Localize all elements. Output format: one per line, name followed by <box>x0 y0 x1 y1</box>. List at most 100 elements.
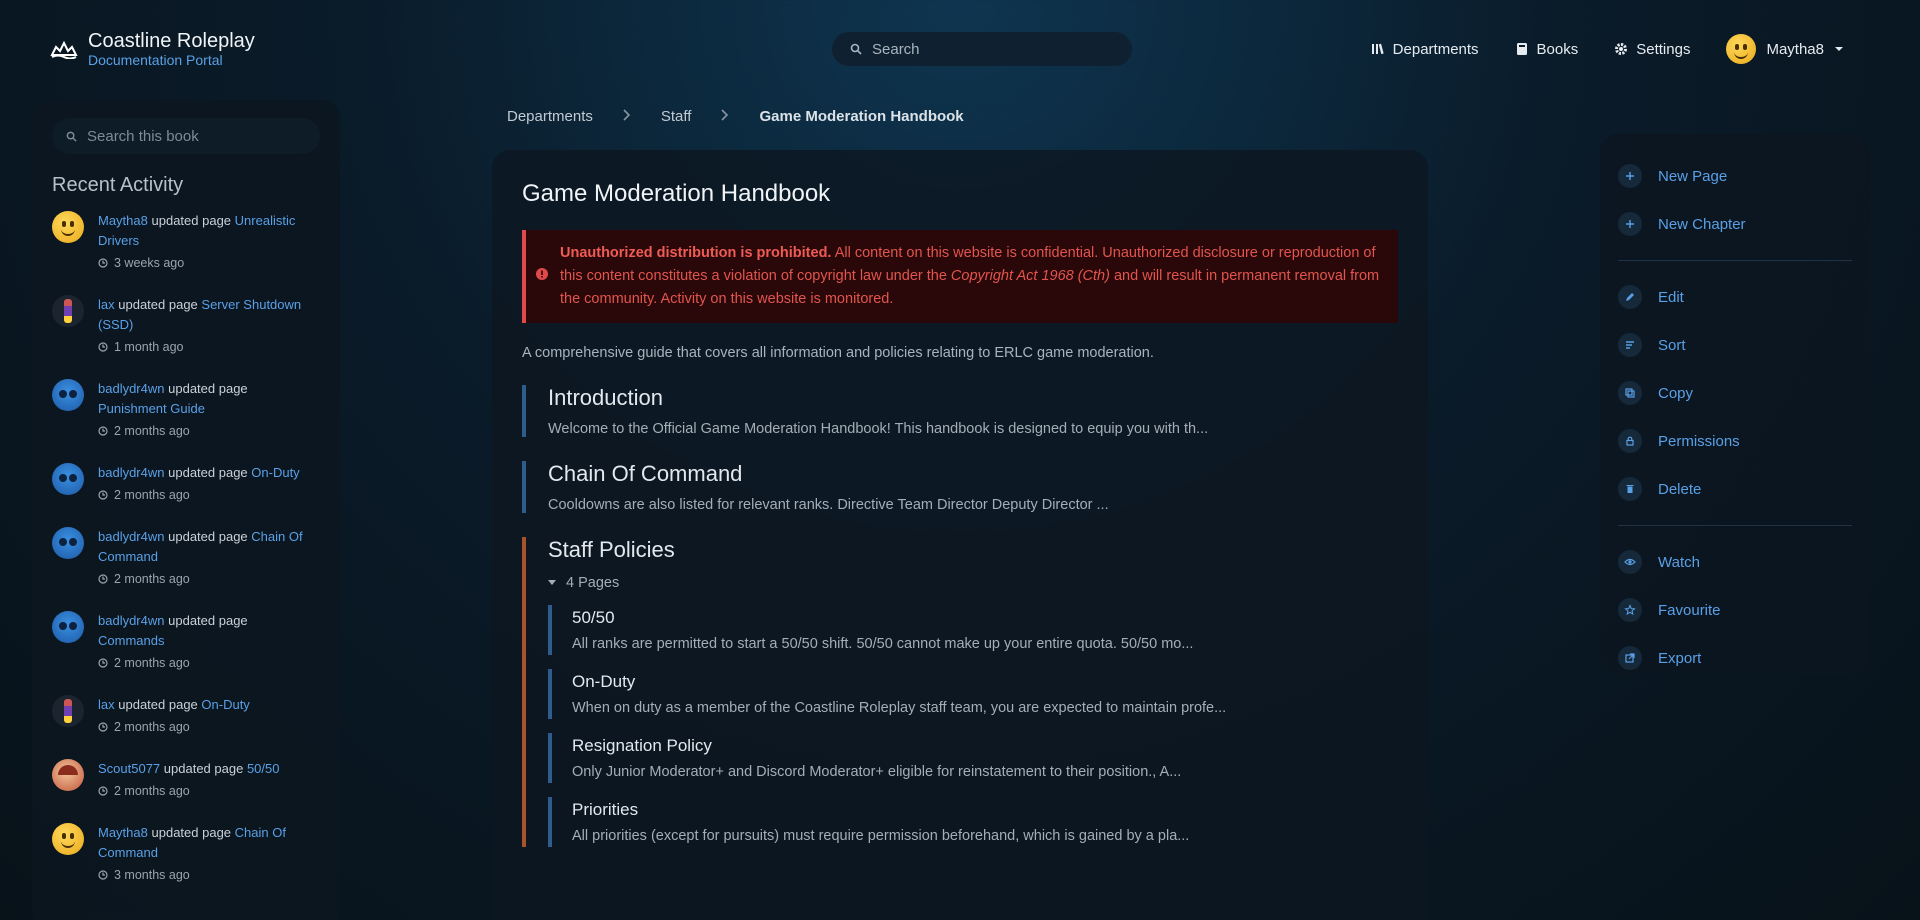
activity-page-link[interactable]: On-Duty <box>251 465 299 480</box>
activity-time: 3 weeks ago <box>98 253 314 273</box>
plus-icon <box>1618 212 1642 236</box>
activity-item: lax updated page On-Duty 2 months ago <box>52 695 320 737</box>
action-label: Sort <box>1658 336 1686 354</box>
activity-user-link[interactable]: lax <box>98 297 115 312</box>
user-avatar[interactable] <box>52 823 84 855</box>
confidential-alert: Unauthorized distribution is prohibited.… <box>522 230 1398 323</box>
action-label: New Chapter <box>1658 215 1746 233</box>
user-name: Maytha8 <box>1766 40 1824 58</box>
caret-down-icon <box>548 580 556 585</box>
nav-books[interactable]: Books <box>1515 41 1578 58</box>
search-icon <box>850 43 862 55</box>
activity-action: updated page <box>168 613 248 628</box>
chapter-page-item[interactable]: On-Duty When on duty as a member of the C… <box>548 669 1398 719</box>
action-new-chapter[interactable]: New Chapter <box>1618 200 1852 248</box>
gear-icon <box>1615 43 1628 55</box>
breadcrumb-staff[interactable]: Staff <box>661 108 692 125</box>
user-avatar[interactable] <box>52 463 84 495</box>
activity-user-link[interactable]: badlydr4wn <box>98 465 165 480</box>
action-label: Export <box>1658 649 1702 667</box>
action-sort[interactable]: Sort <box>1618 321 1852 369</box>
activity-user-link[interactable]: lax <box>98 697 115 712</box>
chapter-page-item[interactable]: Priorities All priorities (except for pur… <box>548 797 1398 847</box>
entry-excerpt: Cooldowns are also listed for relevant r… <box>548 497 1109 513</box>
user-avatar[interactable] <box>52 211 84 243</box>
actions-group-manage: Edit Sort Copy Permissions Delete <box>1618 273 1852 513</box>
user-avatar[interactable] <box>52 759 84 791</box>
activity-user-link[interactable]: badlydr4wn <box>98 613 165 628</box>
trash-icon <box>1618 477 1642 501</box>
user-avatar[interactable] <box>52 379 84 411</box>
clock-icon <box>98 342 108 352</box>
action-watch[interactable]: Watch <box>1618 538 1852 586</box>
action-favourite[interactable]: Favourite <box>1618 586 1852 634</box>
recent-activity-heading: Recent Activity <box>52 174 184 196</box>
global-search-input[interactable] <box>872 40 1112 58</box>
chapter-page-item[interactable]: Resignation Policy Only Junior Moderator+… <box>548 733 1398 783</box>
book-search-input[interactable] <box>87 127 317 145</box>
user-avatar[interactable] <box>52 295 84 327</box>
activity-time: 2 months ago <box>98 569 314 589</box>
clock-icon <box>98 722 108 732</box>
activity-user-link[interactable]: badlydr4wn <box>98 381 165 396</box>
page-item-title[interactable]: 50/50 <box>572 608 1398 628</box>
clock-icon <box>98 786 108 796</box>
chevron-right-icon <box>623 108 631 125</box>
clock-icon <box>98 490 108 500</box>
activity-user-link[interactable]: badlydr4wn <box>98 529 165 544</box>
action-export[interactable]: Export <box>1618 634 1852 682</box>
chapter-pages-toggle[interactable]: 4 Pages <box>548 575 1398 591</box>
page-entry-chain-of-command[interactable]: Chain Of Command Cooldowns are also list… <box>522 461 1398 513</box>
activity-page-link[interactable]: On-Duty <box>201 697 249 712</box>
nav-departments[interactable]: Departments <box>1371 41 1479 58</box>
lock-icon <box>1618 429 1642 453</box>
activity-page-link[interactable]: 50/50 <box>247 761 280 776</box>
global-search[interactable] <box>832 32 1132 66</box>
page-entry-introduction[interactable]: Introduction Welcome to the Official Gam… <box>522 385 1398 437</box>
breadcrumb-departments[interactable]: Departments <box>507 108 593 125</box>
breadcrumb-current[interactable]: Game Moderation Handbook <box>759 108 963 125</box>
entry-title[interactable]: Introduction <box>548 385 1398 411</box>
page-title: Game Moderation Handbook <box>522 180 831 207</box>
actions-group-create: New Page New Chapter <box>1618 152 1852 248</box>
brand[interactable]: Coastline Roleplay Documentation Portal <box>50 30 310 68</box>
user-avatar[interactable] <box>52 695 84 727</box>
user-avatar <box>1726 34 1757 64</box>
activity-text: badlydr4wn updated page Punishment Guide… <box>98 379 314 441</box>
logo-icon <box>50 40 78 59</box>
activity-text: lax updated page On-Duty 2 months ago <box>98 695 314 737</box>
action-label: Watch <box>1658 553 1700 571</box>
user-avatar[interactable] <box>52 527 84 559</box>
activity-page-link[interactable]: Commands <box>98 633 164 648</box>
action-permissions[interactable]: Permissions <box>1618 417 1852 465</box>
action-label: Delete <box>1658 480 1702 498</box>
page-item-title[interactable]: On-Duty <box>572 672 1398 692</box>
page-item-excerpt: All ranks are permitted to start a 50/50… <box>572 636 1194 652</box>
activity-text: badlydr4wn updated page Chain Of Command… <box>98 527 314 589</box>
action-label: Favourite <box>1658 601 1721 619</box>
activity-user-link[interactable]: Maytha8 <box>98 213 148 228</box>
book-search[interactable] <box>52 118 320 154</box>
action-new-page[interactable]: New Page <box>1618 152 1852 200</box>
activity-item: badlydr4wn updated page Punishment Guide… <box>52 379 320 441</box>
books-icon <box>1516 43 1527 55</box>
action-copy[interactable]: Copy <box>1618 369 1852 417</box>
action-delete[interactable]: Delete <box>1618 465 1852 513</box>
activity-action: updated page <box>168 381 248 396</box>
user-menu[interactable]: Maytha8 <box>1726 34 1844 64</box>
activity-user-link[interactable]: Scout5077 <box>98 761 160 776</box>
activity-action: updated page <box>151 213 232 228</box>
action-label: Edit <box>1658 288 1684 306</box>
activity-page-link[interactable]: Punishment Guide <box>98 401 205 416</box>
nav-settings[interactable]: Settings <box>1614 41 1690 58</box>
eye-icon <box>1618 550 1642 574</box>
chapter-title[interactable]: Staff Policies <box>548 537 1398 563</box>
entry-title[interactable]: Chain Of Command <box>548 461 1398 487</box>
chapter-page-item[interactable]: 50/50 All ranks are permitted to start a … <box>548 605 1398 655</box>
page-item-title[interactable]: Resignation Policy <box>572 736 1398 756</box>
plus-icon <box>1618 164 1642 188</box>
action-edit[interactable]: Edit <box>1618 273 1852 321</box>
user-avatar[interactable] <box>52 611 84 643</box>
activity-user-link[interactable]: Maytha8 <box>98 825 148 840</box>
page-item-title[interactable]: Priorities <box>572 800 1398 820</box>
